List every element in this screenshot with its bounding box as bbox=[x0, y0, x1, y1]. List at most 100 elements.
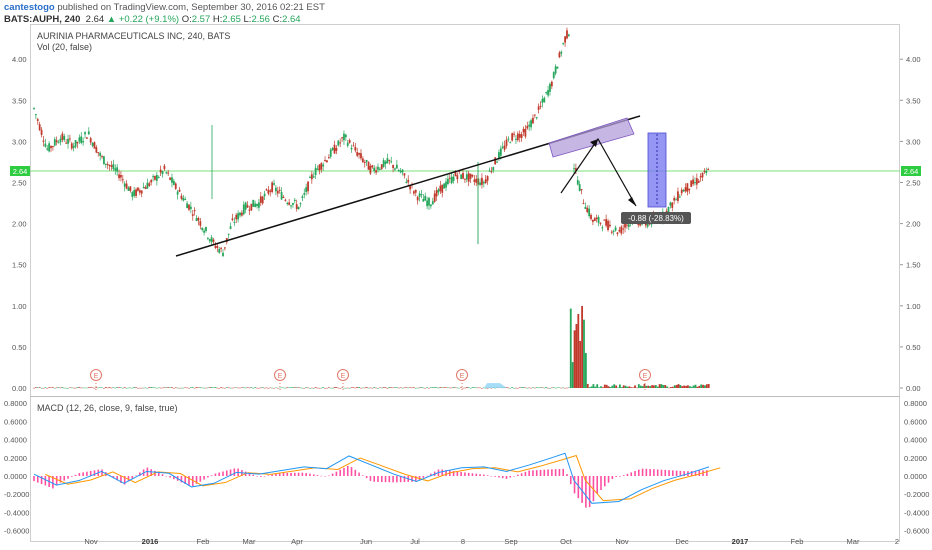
candle-body bbox=[467, 173, 470, 182]
macd-histogram-bar bbox=[426, 475, 428, 477]
candle-body bbox=[50, 145, 52, 149]
volume-bar bbox=[46, 387, 49, 389]
candle-body bbox=[131, 192, 134, 197]
volume-bar bbox=[520, 387, 523, 388]
candle-body bbox=[235, 214, 238, 220]
candle-body bbox=[34, 114, 37, 116]
x-tick-label: 2 bbox=[895, 537, 899, 546]
candle-body bbox=[690, 180, 693, 187]
volume-bar bbox=[679, 385, 682, 388]
candle-body bbox=[549, 83, 551, 92]
volume-bar bbox=[72, 387, 75, 389]
x-tick-label: Jul bbox=[410, 537, 420, 546]
volume-bar bbox=[229, 387, 232, 389]
volume-bar bbox=[288, 387, 291, 389]
candle-body bbox=[133, 190, 136, 196]
candle-body bbox=[686, 183, 689, 192]
volume-bar bbox=[549, 387, 551, 389]
volume-bar bbox=[91, 387, 94, 389]
volume-bar bbox=[38, 387, 41, 388]
volume-bar bbox=[647, 385, 650, 388]
volume-bar bbox=[33, 387, 35, 389]
candle-body bbox=[86, 137, 88, 139]
volume-bar bbox=[163, 387, 166, 388]
candle-body bbox=[588, 208, 591, 216]
macd-histogram-bar bbox=[33, 476, 35, 482]
candle-body bbox=[171, 177, 173, 183]
candle-body bbox=[288, 202, 291, 205]
volume-bar bbox=[203, 387, 205, 389]
volume-bar bbox=[116, 387, 119, 388]
macd-histogram-bar bbox=[335, 471, 338, 476]
volume-bar bbox=[569, 308, 572, 388]
candle-body bbox=[282, 196, 285, 198]
candle-body bbox=[269, 190, 272, 192]
candle-body bbox=[414, 189, 417, 193]
volume-bar bbox=[301, 387, 304, 389]
volume-bar bbox=[263, 387, 266, 389]
candle-body bbox=[44, 143, 47, 147]
macd-histogram-bar bbox=[596, 476, 599, 494]
macd-tick-label-right: -0.2000 bbox=[904, 490, 929, 499]
chart-canvas[interactable]: 4.00 4.00 3.50 3.50 3.00 3.00 2.50 2.50 2.00 2.00… bbox=[0, 0, 932, 550]
candle-body bbox=[69, 138, 71, 140]
candle-body bbox=[545, 92, 548, 94]
candle-body bbox=[246, 205, 249, 208]
volume-bar bbox=[541, 387, 544, 388]
volume-bar bbox=[435, 387, 438, 388]
volume-bar bbox=[656, 386, 659, 388]
volume-bar bbox=[409, 387, 412, 388]
candle-body bbox=[222, 252, 224, 257]
macd-legend[interactable]: MACD (12, 26, close, 9, false, true) bbox=[37, 403, 178, 413]
volume-bar bbox=[74, 387, 77, 389]
projection-channel[interactable] bbox=[548, 117, 635, 158]
volume-bar bbox=[405, 387, 408, 388]
volume-bar bbox=[267, 387, 270, 389]
candle-body bbox=[176, 191, 179, 195]
volume-legend[interactable]: Vol (20, false) bbox=[37, 42, 230, 53]
volume-bar bbox=[626, 386, 629, 388]
candle-body bbox=[155, 174, 158, 181]
candle-body bbox=[356, 152, 359, 156]
volume-bar bbox=[358, 387, 360, 388]
candle-body bbox=[242, 204, 245, 215]
volume-bar bbox=[382, 387, 385, 388]
candle-body bbox=[599, 222, 602, 224]
volume-bar bbox=[346, 387, 349, 389]
candle-body bbox=[578, 184, 581, 191]
volume-bar bbox=[586, 383, 589, 388]
candle-body bbox=[248, 209, 251, 211]
macd-histogram-bar bbox=[547, 469, 549, 476]
volume-bar bbox=[615, 385, 618, 388]
volume-bar bbox=[360, 387, 362, 389]
candle-body bbox=[276, 190, 279, 194]
candle-body bbox=[437, 189, 440, 193]
candle-body bbox=[532, 117, 534, 124]
volume-bar bbox=[206, 387, 209, 389]
volume-bar bbox=[403, 387, 406, 389]
candle-body bbox=[445, 181, 447, 188]
volume-bar bbox=[344, 387, 347, 389]
candle-body bbox=[614, 227, 617, 231]
volume-bar bbox=[412, 387, 415, 388]
macd-tick-label-right: 0.4000 bbox=[904, 436, 927, 445]
volume-bar bbox=[671, 386, 674, 388]
candle-body bbox=[135, 189, 137, 196]
candle-body bbox=[292, 203, 294, 205]
volume-bar bbox=[390, 387, 393, 388]
macd-histogram-bar bbox=[638, 469, 640, 476]
macd-histogram-bar bbox=[486, 475, 489, 476]
candle-body bbox=[430, 204, 432, 207]
volume-bar bbox=[452, 387, 455, 388]
volume-bar bbox=[252, 387, 255, 389]
macd-histogram-bar bbox=[396, 476, 398, 483]
volume-bar bbox=[653, 385, 655, 388]
macd-histogram-bar bbox=[44, 476, 47, 486]
volume-bar bbox=[93, 387, 96, 389]
macd-histogram-bar bbox=[369, 476, 372, 481]
candle-body bbox=[103, 156, 105, 165]
candle-body bbox=[237, 213, 240, 220]
volume-bar bbox=[371, 387, 374, 389]
volume-bar bbox=[420, 387, 423, 388]
macd-histogram-bar bbox=[558, 469, 561, 476]
